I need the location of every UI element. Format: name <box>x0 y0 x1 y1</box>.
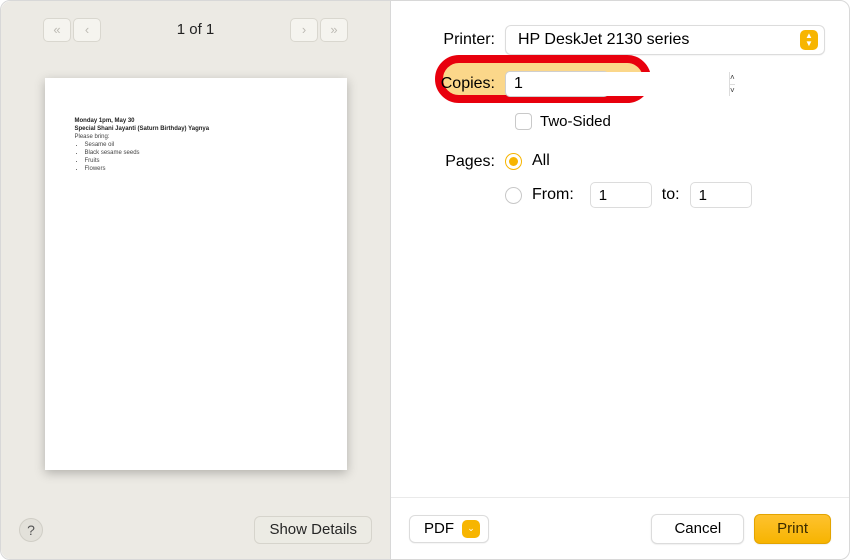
pdf-label: PDF <box>424 520 454 537</box>
preview-nav: « ‹ 1 of 1 › » <box>1 1 390 58</box>
first-page-button[interactable]: « <box>43 18 71 42</box>
pages-from-label: From: <box>532 186 574 204</box>
radio-range[interactable] <box>505 187 522 204</box>
pages-to-label: to: <box>662 186 680 204</box>
settings-form: Printer: HP DeskJet 2130 series ▲▼ Copie… <box>391 1 849 497</box>
printer-row: Printer: HP DeskJet 2130 series ▲▼ <box>415 25 825 55</box>
two-sided-row: Two-Sided <box>515 113 825 130</box>
stepper-arrows: ˄ ˅ <box>729 72 735 96</box>
help-icon: ? <box>27 522 35 538</box>
double-chevron-left-icon: « <box>53 22 60 37</box>
pages-from-input[interactable] <box>590 182 652 208</box>
prev-page-button[interactable]: ‹ <box>73 18 101 42</box>
settings-pane: Printer: HP DeskJet 2130 series ▲▼ Copie… <box>391 1 849 559</box>
chevron-down-icon: ⌄ <box>462 520 480 538</box>
pdf-menu-button[interactable]: PDF ⌄ <box>409 515 489 543</box>
doc-line: Special Shani Jayanti (Saturn Birthday) … <box>75 126 317 134</box>
print-label: Print <box>777 520 808 537</box>
page-indicator: 1 of 1 <box>177 21 215 38</box>
printer-select[interactable]: HP DeskJet 2130 series ▲▼ <box>505 25 825 55</box>
pages-label: Pages: <box>415 152 505 171</box>
help-button[interactable]: ? <box>19 518 43 542</box>
copies-input[interactable] <box>506 72 729 96</box>
doc-list-item: Flowers <box>85 166 317 174</box>
copies-stepper[interactable]: ˄ ˅ <box>505 71 609 97</box>
pages-to-input[interactable] <box>690 182 752 208</box>
chevron-left-icon: ‹ <box>85 22 89 37</box>
next-page-button[interactable]: › <box>290 18 318 42</box>
doc-line: Monday 1pm, May 30 <box>75 118 317 126</box>
doc-line: Please bring: <box>75 134 317 142</box>
pages-all-label: All <box>532 152 550 170</box>
doc-list: Sesame oil Black sesame seeds Fruits Flo… <box>85 142 317 173</box>
pages-range-option[interactable]: From: to: <box>505 182 752 208</box>
updown-icon: ▲▼ <box>800 30 818 50</box>
cancel-label: Cancel <box>674 520 721 537</box>
stepper-down-icon[interactable]: ˅ <box>730 85 735 97</box>
doc-list-item: Fruits <box>85 158 317 166</box>
doc-list-item: Black sesame seeds <box>85 150 317 158</box>
copies-label: Copies: <box>415 75 505 93</box>
radio-all[interactable] <box>505 153 522 170</box>
two-sided-label: Two-Sided <box>540 113 611 130</box>
double-chevron-right-icon: » <box>330 22 337 37</box>
page-thumbnail: Monday 1pm, May 30 Special Shani Jayanti… <box>45 78 347 470</box>
preview-pane: « ‹ 1 of 1 › » Monday 1pm, May 30 Specia… <box>1 1 391 559</box>
pages-all-option[interactable]: All <box>505 152 752 170</box>
pages-row: Pages: All From: to: <box>415 152 825 208</box>
stepper-up-icon[interactable]: ˄ <box>730 72 735 85</box>
dialog-footer: PDF ⌄ Cancel Print <box>391 497 849 559</box>
doc-list-item: Sesame oil <box>85 142 317 150</box>
last-page-button[interactable]: » <box>320 18 348 42</box>
printer-value: HP DeskJet 2130 series <box>518 31 689 49</box>
show-details-button[interactable]: Show Details <box>254 516 372 544</box>
chevron-right-icon: › <box>302 22 306 37</box>
print-dialog: « ‹ 1 of 1 › » Monday 1pm, May 30 Specia… <box>0 0 850 560</box>
pages-radio-group: All From: to: <box>505 152 752 208</box>
preview-area: Monday 1pm, May 30 Special Shani Jayanti… <box>1 58 390 500</box>
show-details-label: Show Details <box>269 521 357 538</box>
copies-row: Copies: ˄ ˅ <box>415 71 825 97</box>
print-button[interactable]: Print <box>754 514 831 544</box>
preview-footer: ? Show Details <box>1 500 390 559</box>
cancel-button[interactable]: Cancel <box>651 514 744 544</box>
printer-label: Printer: <box>415 31 505 49</box>
two-sided-checkbox[interactable] <box>515 113 532 130</box>
